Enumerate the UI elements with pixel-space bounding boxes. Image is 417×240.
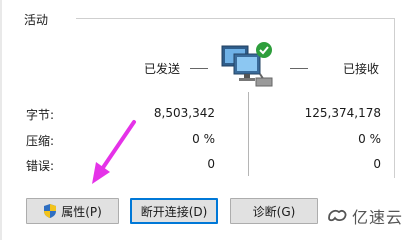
logo-icon	[326, 206, 348, 227]
bytes-label: 字节:	[26, 108, 55, 122]
groupbox-right-line	[394, 18, 395, 178]
properties-button[interactable]: 属性(P)	[26, 198, 119, 224]
groupbox-title: 活动	[24, 13, 49, 27]
diagnose-button-label: 诊断(G)	[252, 204, 296, 219]
watermark: 亿速云	[326, 204, 403, 228]
errors-sent-value: 0	[207, 157, 215, 171]
diagnose-button[interactable]: 诊断(G)	[230, 198, 318, 224]
window-left-edge	[0, 0, 2, 240]
bytes-received-value: 125,374,178	[304, 106, 381, 120]
sent-dash	[190, 68, 208, 69]
sent-column-label: 已发送	[144, 62, 181, 76]
compression-sent-value: 0 %	[192, 132, 215, 146]
disconnect-button-label: 断开连接(D)	[140, 204, 208, 219]
bytes-sent-value: 8,503,342	[153, 106, 215, 120]
compression-label: 压缩:	[26, 134, 55, 148]
received-dash	[290, 68, 308, 69]
compression-received-value: 0 %	[358, 132, 381, 146]
column-divider	[248, 92, 249, 176]
watermark-text: 亿速云	[352, 208, 404, 227]
errors-label: 错误:	[26, 159, 55, 173]
disconnect-button[interactable]: 断开连接(D)	[130, 198, 218, 224]
network-computer-icon	[220, 40, 276, 91]
received-column-label: 已接收	[343, 62, 380, 76]
groupbox-top-line	[76, 18, 394, 19]
shield-icon	[43, 203, 57, 219]
errors-received-value: 0	[373, 157, 381, 171]
properties-button-label: 属性(P)	[61, 204, 102, 219]
